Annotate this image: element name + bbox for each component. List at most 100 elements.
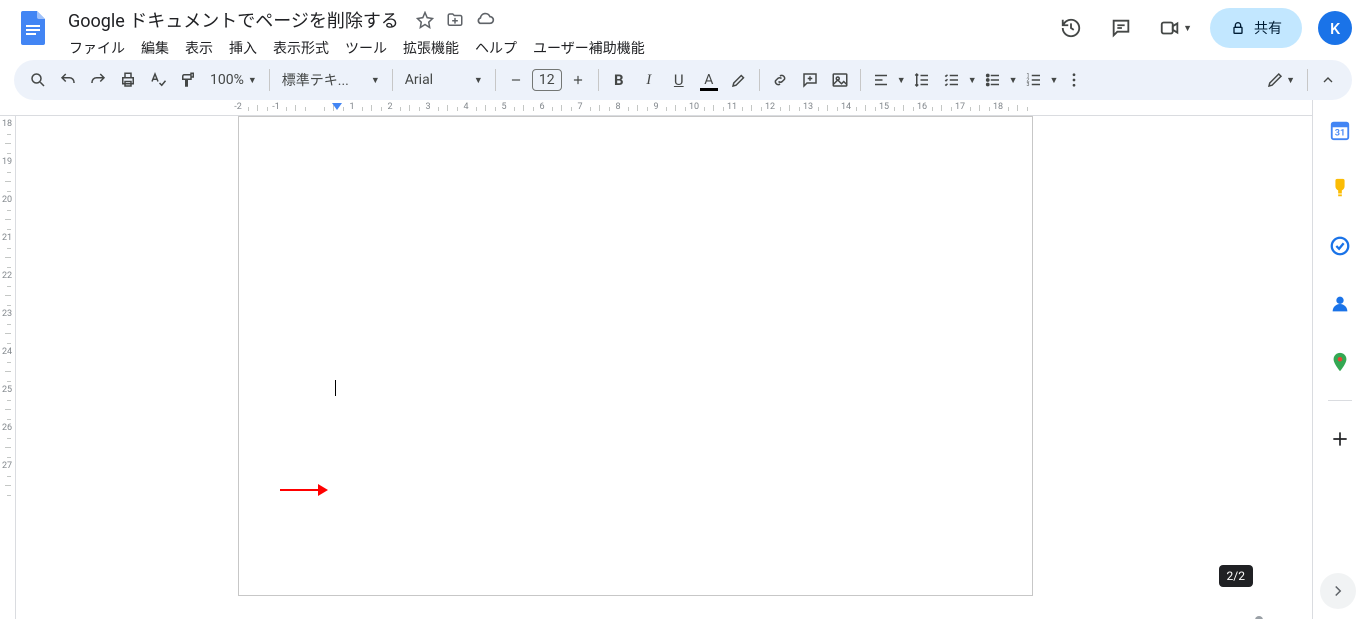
ruler-tick: 9: [653, 102, 658, 112]
ruler-tick: 5: [501, 102, 506, 112]
app-root: Google ドキュメントでページを削除する ファイル 編集 表示 挿入 表示形…: [0, 0, 1366, 619]
menu-tools[interactable]: ツール: [338, 34, 394, 62]
font-size-control: [502, 66, 592, 94]
toolbar-separator: [269, 69, 270, 91]
page-indicator: 2/2: [1219, 565, 1253, 587]
menu-extensions[interactable]: 拡張機能: [396, 34, 466, 62]
ruler-tick: 11: [727, 102, 737, 112]
star-icon[interactable]: [415, 10, 435, 30]
menu-edit[interactable]: 編集: [134, 34, 176, 62]
increase-font-icon[interactable]: [564, 66, 592, 94]
more-icon[interactable]: [1060, 66, 1088, 94]
undo-icon[interactable]: [54, 66, 82, 94]
insert-link-icon[interactable]: [766, 66, 794, 94]
toolbar-separator: [759, 69, 760, 91]
comments-icon[interactable]: [1101, 8, 1141, 48]
svg-text:3: 3: [1026, 82, 1029, 88]
document-area[interactable]: -2-1123456789101112131415161718 18192021…: [0, 100, 1312, 619]
bullet-list-icon[interactable]: [979, 66, 1007, 94]
collapse-toolbar-icon[interactable]: [1314, 66, 1342, 94]
toolbar-separator: [495, 69, 496, 91]
text-color-icon[interactable]: A: [695, 66, 723, 94]
menu-help[interactable]: ヘルプ: [468, 34, 524, 62]
keep-icon[interactable]: [1320, 168, 1360, 208]
font-size-input[interactable]: [532, 69, 562, 91]
menu-view[interactable]: 表示: [178, 34, 220, 62]
menu-insert[interactable]: 挿入: [222, 34, 264, 62]
header-right: ▼ 共有 K: [1051, 8, 1352, 48]
ruler-tick: 27: [2, 461, 12, 471]
menubar: ファイル 編集 表示 挿入 表示形式 ツール 拡張機能 ヘルプ ユーザー補助機能: [62, 34, 1043, 62]
underline-icon[interactable]: U: [665, 66, 693, 94]
chevron-down-icon: ▼: [897, 75, 906, 86]
ruler-tick: 10: [689, 102, 699, 112]
tasks-icon[interactable]: [1320, 226, 1360, 266]
checklist-icon[interactable]: [938, 66, 966, 94]
move-icon[interactable]: [445, 10, 465, 30]
share-label: 共有: [1254, 18, 1282, 38]
insert-image-icon[interactable]: [826, 66, 854, 94]
chevron-down-icon: ▼: [1050, 75, 1059, 86]
line-spacing-icon[interactable]: [908, 66, 936, 94]
ruler-tick: 18: [993, 102, 1003, 112]
calendar-icon[interactable]: 31: [1320, 110, 1360, 150]
ruler-tick: 15: [879, 102, 889, 112]
horizontal-ruler[interactable]: -2-1123456789101112131415161718: [0, 100, 1312, 116]
ruler-tick: 1: [349, 102, 354, 112]
redo-icon[interactable]: [84, 66, 112, 94]
indent-marker-icon[interactable]: [332, 103, 342, 113]
ruler-tick: -2: [234, 102, 242, 112]
align-icon[interactable]: [867, 66, 895, 94]
ruler-tick: 20: [2, 195, 12, 205]
toolbar: 100%▼ 標準テキ...▼ Arial▼ B I U A ▼: [14, 60, 1352, 100]
menu-file[interactable]: ファイル: [62, 34, 132, 62]
highlight-icon[interactable]: [725, 66, 753, 94]
account-avatar[interactable]: K: [1318, 11, 1352, 45]
document-title[interactable]: Google ドキュメントでページを削除する: [62, 5, 405, 35]
ruler-tick: 4: [463, 102, 468, 112]
side-panel: 31: [1312, 100, 1366, 619]
maps-icon[interactable]: [1320, 342, 1360, 382]
history-icon[interactable]: [1051, 8, 1091, 48]
toolbar-separator: [598, 69, 599, 91]
paint-format-icon[interactable]: [174, 66, 202, 94]
meet-button[interactable]: ▼: [1151, 8, 1200, 48]
side-separator: [1328, 400, 1352, 401]
toolbar-separator: [392, 69, 393, 91]
menu-accessibility[interactable]: ユーザー補助機能: [526, 34, 652, 62]
vertical-ruler[interactable]: 18192021222324252627: [0, 116, 16, 619]
hide-side-panel-button[interactable]: [1320, 573, 1356, 609]
document-page[interactable]: [238, 116, 1033, 596]
share-button[interactable]: 共有: [1210, 8, 1302, 48]
print-icon[interactable]: [114, 66, 142, 94]
menu-format[interactable]: 表示形式: [266, 34, 336, 62]
editing-mode-button[interactable]: ▼: [1260, 66, 1301, 94]
ruler-tick: 8: [615, 102, 620, 112]
italic-icon[interactable]: I: [635, 66, 663, 94]
bold-icon[interactable]: B: [605, 66, 633, 94]
chevron-down-icon: ▼: [1009, 75, 1018, 86]
chevron-down-icon: ▼: [968, 75, 977, 86]
search-icon[interactable]: [24, 66, 52, 94]
ruler-tick: 19: [2, 157, 12, 167]
toolbar-separator: [860, 69, 861, 91]
insert-comment-icon[interactable]: [796, 66, 824, 94]
cloud-status-icon[interactable]: [475, 10, 495, 30]
numbered-list-icon[interactable]: 123: [1020, 66, 1048, 94]
ruler-tick: 25: [2, 385, 12, 395]
header: Google ドキュメントでページを削除する ファイル 編集 表示 挿入 表示形…: [0, 0, 1366, 60]
zoom-select[interactable]: 100%▼: [204, 66, 263, 94]
font-select[interactable]: Arial▼: [399, 66, 489, 94]
ruler-tick: 14: [841, 102, 851, 112]
ruler-tick: 18: [2, 119, 12, 129]
spellcheck-icon[interactable]: [144, 66, 172, 94]
contacts-icon[interactable]: [1320, 284, 1360, 324]
main: -2-1123456789101112131415161718 18192021…: [0, 100, 1366, 619]
paragraph-style-select[interactable]: 標準テキ...▼: [276, 66, 386, 94]
docs-logo[interactable]: [14, 8, 54, 48]
ruler-tick: -1: [272, 102, 280, 112]
decrease-font-icon[interactable]: [502, 66, 530, 94]
title-row: Google ドキュメントでページを削除する: [62, 8, 1043, 32]
add-addon-icon[interactable]: [1320, 419, 1360, 459]
ruler-tick: 2: [387, 102, 392, 112]
